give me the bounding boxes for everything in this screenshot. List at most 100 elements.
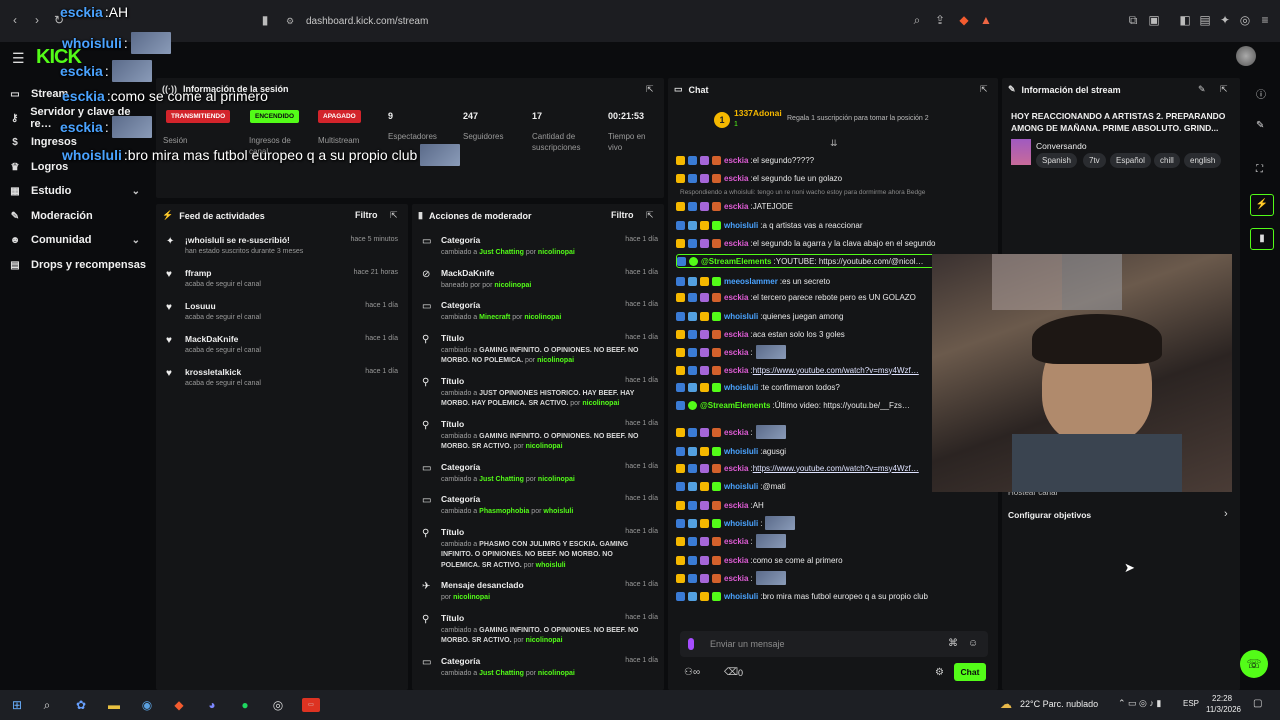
chat-input[interactable]: Enviar un mensaje ⌘ ☺ [680, 631, 988, 657]
clock-date[interactable]: 11/3/2026 [1206, 705, 1241, 714]
chat-username[interactable]: esckia [724, 348, 748, 357]
sidebar-icon[interactable]: ◧ [1178, 13, 1192, 27]
chat-username[interactable]: meeoslammer [724, 277, 778, 286]
chat-username[interactable]: esckia [724, 556, 748, 565]
chat-username[interactable]: esckia [724, 174, 748, 183]
mic-icon[interactable] [688, 638, 694, 650]
mod-action-by[interactable]: nicolinopai [537, 357, 574, 364]
chat-message[interactable]: esckia: como se come al primero [676, 553, 988, 567]
chat-username[interactable]: esckia [724, 574, 748, 583]
scroll-arrow-icon[interactable]: ⇊ [830, 138, 838, 149]
chat-message[interactable]: esckia: el segundo????? [676, 153, 988, 167]
mod-filter-button[interactable]: Filtro [611, 210, 634, 220]
chat-username[interactable]: whoisluli [724, 383, 758, 392]
mod-action-by[interactable]: nicolinopai [494, 282, 531, 289]
chat-username[interactable]: @StreamElements [701, 257, 772, 266]
chat-username[interactable]: esckia [724, 428, 748, 437]
vpn-icon[interactable]: ◎ [1238, 13, 1252, 27]
trash-icon[interactable]: ⌫ [724, 667, 738, 678]
settings-icon[interactable]: ⚙ [935, 667, 944, 678]
popout-icon[interactable]: ⇱ [980, 84, 988, 95]
copilot-icon[interactable]: ✿ [74, 698, 88, 712]
activity-item[interactable]: ♥ krossletalkick acaba de seguir el canal h… [156, 366, 406, 396]
sidebar-item-community[interactable]: ☻ Comunidad ⌄ [8, 230, 148, 250]
brave-shield-icon[interactable]: ◆ [957, 13, 971, 27]
activity-item[interactable]: ♥ fframp acaba de seguir el canal hace 21 h… [156, 267, 406, 297]
chat-username[interactable]: whoisluli [724, 312, 758, 321]
chat-message[interactable]: esckia: JATEJODE [676, 199, 988, 213]
chat-text[interactable]: Último video: https://youtu.be/__Fzs… [775, 401, 910, 410]
mod-action-by[interactable]: nicolinopai [526, 637, 563, 644]
tray-icons[interactable]: ⌃ ▭ ◎ ♪ ▮ [1118, 698, 1161, 709]
popout-icon[interactable]: ⇱ [390, 210, 398, 221]
chat-username[interactable]: esckia [724, 501, 748, 510]
popout-icon[interactable]: ⇱ [646, 84, 654, 95]
chat-message[interactable]: esckia: el segundo fue un golazo [676, 171, 988, 185]
expand-icon[interactable]: ⛶ [1256, 164, 1263, 175]
chat-username[interactable]: esckia [724, 293, 748, 302]
chat-username[interactable]: esckia [724, 330, 748, 339]
folder-icon[interactable]: ▬ [107, 698, 121, 712]
mod-action-by[interactable]: nicolinopai [453, 594, 490, 601]
leo-icon[interactable]: ✦ [1218, 13, 1232, 27]
mod-action-by[interactable]: whoisluli [543, 508, 573, 515]
spotify-icon[interactable]: ● [238, 698, 252, 712]
mod-action-by[interactable]: nicolinopai [524, 314, 561, 321]
chevron-right-icon[interactable]: › [1224, 508, 1228, 520]
weather-text[interactable]: 22°C Parc. nublado [1020, 699, 1098, 709]
activity-item[interactable]: ♥ Losuuu acaba de seguir el canal hace 1 dí… [156, 300, 406, 330]
zoom-icon[interactable]: ⌕ [910, 13, 924, 27]
obs-icon[interactable]: ◎ [271, 698, 285, 712]
users-icon[interactable]: ⚇∞ [684, 667, 700, 678]
chat-message[interactable]: whoisluli: bro mira mas futbol europeo q… [676, 589, 988, 603]
chat-username[interactable]: whoisluli [724, 221, 758, 230]
chat-username[interactable]: esckia [724, 239, 748, 248]
chat-text[interactable]: https://www.youtube.com/watch?v=msy4Wzf… [753, 464, 919, 473]
sidebar-item-moderation[interactable]: ✎ Moderación [8, 206, 148, 226]
activity-item[interactable]: ♥ MackDaKnife acaba de seguir el canal hace… [156, 333, 406, 363]
support-button[interactable]: ☏ [1240, 650, 1268, 678]
share-icon[interactable]: ⇪ [933, 13, 947, 27]
sidebar-item-drops[interactable]: ▤ Drops y recompensas [8, 255, 148, 275]
tag-chip[interactable]: Spanish [1036, 153, 1077, 168]
sidebar-item-studio[interactable]: ▦ Estudio ⌄ [8, 181, 148, 201]
chat-username[interactable]: @StreamElements [700, 401, 771, 410]
chat-message[interactable]: whoisluli: a q artistas vas a reaccionar [676, 218, 988, 232]
chat-message[interactable]: esckia: AH [676, 498, 988, 512]
brave-rewards-icon[interactable]: ▲ [979, 13, 993, 27]
gift-sub-text[interactable]: Regala 1 suscripción para tomar la posic… [787, 115, 929, 122]
chat-username[interactable]: esckia [724, 464, 748, 473]
mod-action-by[interactable]: nicolinopai [538, 249, 575, 256]
chat-send-button[interactable]: Chat [954, 663, 986, 681]
popout-icon[interactable]: ⇱ [646, 210, 654, 221]
extensions-icon[interactable]: ⧉ [1126, 13, 1140, 27]
chat-username[interactable]: whoisluli [724, 592, 758, 601]
chat-text[interactable]: YOUTUBE: https://youtube.com/@nicol… [776, 257, 924, 266]
chat-username[interactable]: esckia [724, 537, 748, 546]
chat-message[interactable]: esckia: [676, 571, 988, 585]
chat-message[interactable]: esckia: el segundo la agarra y la clava … [676, 236, 988, 250]
chat-message[interactable]: esckia: [676, 534, 988, 548]
app-icon[interactable]: ▭ [302, 698, 320, 712]
tag-chip[interactable]: chill [1154, 153, 1180, 168]
mod-action-by[interactable]: nicolinopai [526, 443, 563, 450]
chat-username[interactable]: whoisluli [724, 519, 758, 528]
tag-chip[interactable]: english [1184, 153, 1222, 168]
popout-icon[interactable]: ⇱ [1220, 84, 1228, 95]
chat-username[interactable]: whoisluli [724, 447, 758, 456]
edit-icon[interactable]: ✎ [1198, 84, 1206, 95]
clock-time[interactable]: 22:28 [1212, 694, 1232, 703]
tag-chip[interactable]: Español [1110, 153, 1151, 168]
wallet-icon[interactable]: ▤ [1198, 13, 1212, 27]
activity-filter-button[interactable]: Filtro [355, 210, 378, 220]
command-icon[interactable]: ⌘ [948, 638, 958, 649]
mod-action-by[interactable]: whoisluli [536, 562, 566, 569]
tag-chip[interactable]: 7tv [1083, 153, 1106, 168]
brave-icon[interactable]: ◆ [172, 698, 186, 712]
pencil-icon[interactable]: ✎ [1256, 120, 1264, 131]
mod-action-by[interactable]: nicolinopai [582, 400, 619, 407]
mod-action-by[interactable]: nicolinopai [538, 476, 575, 483]
chat-toggle[interactable]: ▮ [1250, 228, 1274, 250]
search-icon[interactable]: ⌕ [40, 698, 54, 712]
emoji-icon[interactable]: ☺ [968, 638, 978, 649]
